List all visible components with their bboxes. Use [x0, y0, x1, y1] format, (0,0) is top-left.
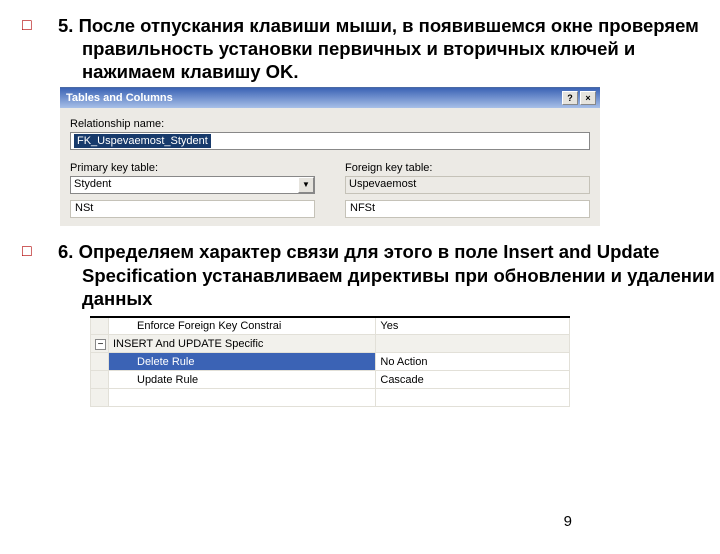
- close-button[interactable]: ×: [580, 91, 596, 105]
- chevron-down-icon[interactable]: ▼: [298, 177, 314, 193]
- dialog-titlebar: Tables and Columns ? ×: [60, 88, 600, 108]
- empty-row: [91, 389, 570, 407]
- relationship-name-label: Relationship name:: [70, 118, 590, 130]
- step6-text: 6. Определяем характер связи для этого в…: [58, 241, 715, 308]
- enforce-row[interactable]: Enforce Foreign Key Constrai Yes: [91, 317, 570, 335]
- tables-and-columns-dialog: Tables and Columns ? × Relationship name…: [60, 87, 600, 226]
- primary-key-column-cell[interactable]: NSt: [70, 200, 315, 218]
- step5-paragraph: □5. После отпускания клавиши мыши, в поя…: [0, 14, 720, 83]
- enforce-label: Enforce Foreign Key Constrai: [109, 317, 376, 335]
- delete-rule-label: Delete Rule: [109, 353, 376, 371]
- page-number: 9: [564, 513, 572, 530]
- help-button[interactable]: ?: [562, 91, 578, 105]
- delete-rule-row[interactable]: Delete Rule No Action: [91, 353, 570, 371]
- update-rule-value: Cascade: [376, 371, 570, 389]
- dialog-title: Tables and Columns: [66, 92, 173, 104]
- foreign-key-table-field: Uspevaemost: [345, 176, 590, 194]
- expander-icon[interactable]: −: [95, 339, 106, 350]
- foreign-key-table-label: Foreign key table:: [345, 162, 590, 174]
- update-rule-row[interactable]: Update Rule Cascade: [91, 371, 570, 389]
- relationship-name-input[interactable]: FK_Uspevaemost_Stydent: [70, 132, 590, 150]
- primary-key-table-combo[interactable]: Stydent: [70, 176, 315, 194]
- section-label: INSERT And UPDATE Specific: [109, 335, 376, 353]
- insert-update-section-row[interactable]: − INSERT And UPDATE Specific: [91, 335, 570, 353]
- step6-paragraph: □6. Определяем характер связи для этого …: [0, 240, 720, 309]
- titlebar-buttons: ? ×: [562, 91, 596, 105]
- dialog-body: Relationship name: FK_Uspevaemost_Styden…: [60, 108, 600, 226]
- foreign-key-column-cell[interactable]: NFSt: [345, 200, 590, 218]
- property-grid: Enforce Foreign Key Constrai Yes − INSER…: [90, 316, 570, 408]
- relationship-name-value: FK_Uspevaemost_Stydent: [74, 134, 211, 148]
- delete-rule-value: No Action: [376, 353, 570, 371]
- update-rule-label: Update Rule: [109, 371, 376, 389]
- primary-key-table-label: Primary key table:: [70, 162, 315, 174]
- step5-text: 5. После отпускания клавиши мыши, в появ…: [58, 15, 699, 82]
- enforce-value: Yes: [376, 317, 570, 335]
